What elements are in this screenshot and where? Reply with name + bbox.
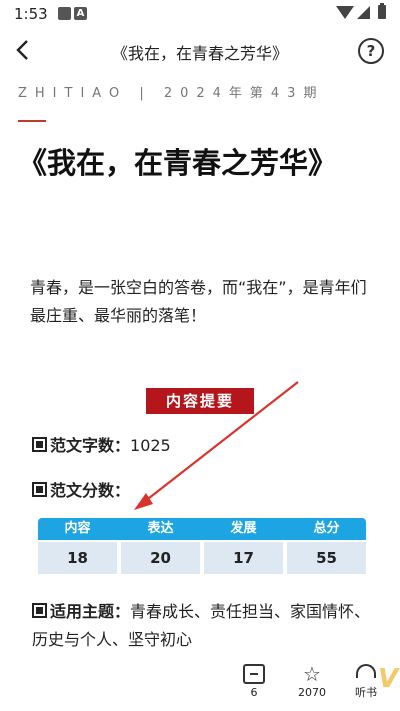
headphones-icon — [356, 664, 376, 678]
chevron-left-icon — [16, 40, 28, 60]
square-bullet-icon — [32, 437, 47, 452]
summary-badge: 内容提要 — [146, 388, 254, 414]
score-table-row: 18 20 17 55 — [38, 542, 366, 574]
back-button[interactable] — [12, 38, 36, 62]
issue-line: ZHITIAO | 2024年第43期 — [18, 86, 325, 101]
header-total: 总分 — [313, 521, 340, 536]
comment-icon — [243, 664, 265, 684]
header-expression: 表达 — [147, 521, 174, 536]
score-row: 范文分数： — [32, 477, 130, 501]
article-headline: 《我在，在青春之芳华》 — [18, 146, 338, 180]
themes-label: 适用主题： — [50, 602, 131, 621]
square-bullet-icon — [32, 482, 47, 497]
accent-divider — [18, 120, 46, 122]
comment-button[interactable]: 6 — [234, 664, 274, 699]
header-content: 内容 — [64, 521, 91, 536]
favorite-count: 2070 — [298, 686, 326, 699]
score-table-header: 内容 表达 发展 总分 — [38, 518, 366, 540]
square-bullet-icon — [32, 603, 47, 618]
score-expression: 20 — [121, 542, 200, 574]
image-notification-icon — [58, 7, 71, 20]
score-content: 18 — [38, 542, 117, 574]
score-label: 范文分数： — [50, 481, 131, 500]
comment-count: 6 — [250, 686, 258, 699]
a-notification-icon: A — [74, 7, 87, 20]
article-intro: 青春，是一张空白的答卷，而“我在”，是青年们最庄重、最华丽的落笔！ — [30, 278, 367, 325]
star-icon: ☆ — [303, 662, 321, 686]
status-bar: 1:53 A — [0, 0, 400, 28]
page-title: 《我在，在青春之芳华》 — [111, 44, 288, 63]
word-count-label: 范文字数： — [50, 436, 131, 455]
help-button[interactable]: ? — [358, 38, 384, 64]
word-count-value: 1025 — [130, 436, 171, 455]
favorite-button[interactable]: ☆ 2070 — [292, 664, 332, 699]
signal-icon — [357, 6, 370, 19]
wifi-icon — [336, 6, 354, 19]
score-total: 55 — [287, 542, 366, 574]
header-development: 发展 — [230, 521, 257, 536]
watermark-logo: V — [378, 664, 399, 694]
word-count-row: 范文字数：1025 — [32, 432, 171, 456]
score-development: 17 — [204, 542, 283, 574]
score-table: 内容 表达 发展 总分 18 20 17 55 — [38, 518, 366, 574]
themes-row: 适用主题：青春成长、责任担当、家国情怀、历史与个人、坚守初心 — [32, 598, 372, 654]
battery-icon — [378, 3, 386, 19]
status-time: 1:53 — [14, 5, 48, 23]
